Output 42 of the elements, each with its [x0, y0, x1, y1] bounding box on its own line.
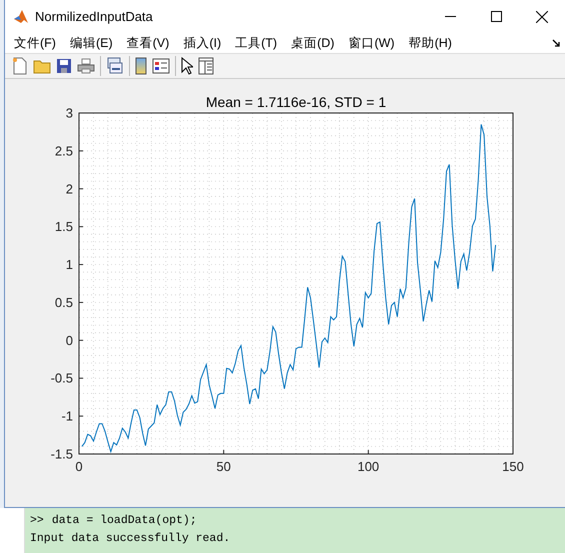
folder-icon[interactable] [33, 58, 51, 74]
x-tick-label: 100 [357, 459, 380, 474]
dock-arrow-icon[interactable] [552, 38, 561, 48]
menu-item[interactable]: 工具(T) [232, 34, 288, 52]
colorbar-icon[interactable] [135, 57, 147, 76]
menu-item[interactable]: 编辑(E) [66, 34, 124, 52]
menu-item[interactable]: 桌面(D) [288, 34, 346, 52]
x-tick-label: 0 [75, 459, 83, 474]
window-title: NormilizedInputData [35, 9, 154, 24]
command-prompt: >> [30, 514, 44, 527]
y-tick-label: 2 [66, 181, 73, 196]
printer-icon[interactable] [77, 58, 95, 74]
y-tick-label: -1.5 [50, 446, 73, 462]
y-tick-label: 2.5 [54, 143, 73, 158]
menu-item[interactable]: 文件(F) [11, 34, 67, 52]
close-icon [536, 10, 548, 22]
y-tick-label: -0.5 [50, 370, 73, 386]
menu-item[interactable]: 查看(V) [124, 34, 180, 52]
new-file-icon[interactable] [12, 57, 28, 76]
legend-icon[interactable] [152, 58, 170, 74]
maximize-icon [490, 11, 502, 22]
command-text: data = loadData(opt); [52, 514, 197, 527]
menu-item[interactable]: 窗口(W) [345, 34, 406, 52]
property-panel-icon[interactable] [198, 57, 214, 76]
menu-item[interactable]: 帮助(H) [406, 34, 463, 52]
command-window-gutter [0, 508, 25, 553]
y-tick-label: 0.5 [54, 294, 73, 310]
linked-windows-icon[interactable] [106, 57, 124, 76]
y-tick-label: 1 [66, 257, 73, 272]
output-text: Input data successfully read. [30, 532, 232, 545]
pointer-icon[interactable] [181, 57, 193, 76]
x-tick-label: 50 [216, 459, 231, 474]
x-tick-label: 150 [502, 459, 524, 474]
chart-title: Mean = 1.7116e-16, STD = 1 [206, 94, 386, 110]
menu-item[interactable]: 插入(I) [180, 34, 232, 52]
minimize-icon [444, 16, 456, 18]
y-tick-label: -1 [61, 408, 73, 424]
y-tick-label: 1.5 [54, 219, 73, 234]
save-icon[interactable] [56, 58, 72, 74]
matlab-logo-icon [13, 8, 29, 24]
y-tick-label: 0 [66, 332, 73, 348]
y-tick-label: 3 [66, 106, 73, 120]
